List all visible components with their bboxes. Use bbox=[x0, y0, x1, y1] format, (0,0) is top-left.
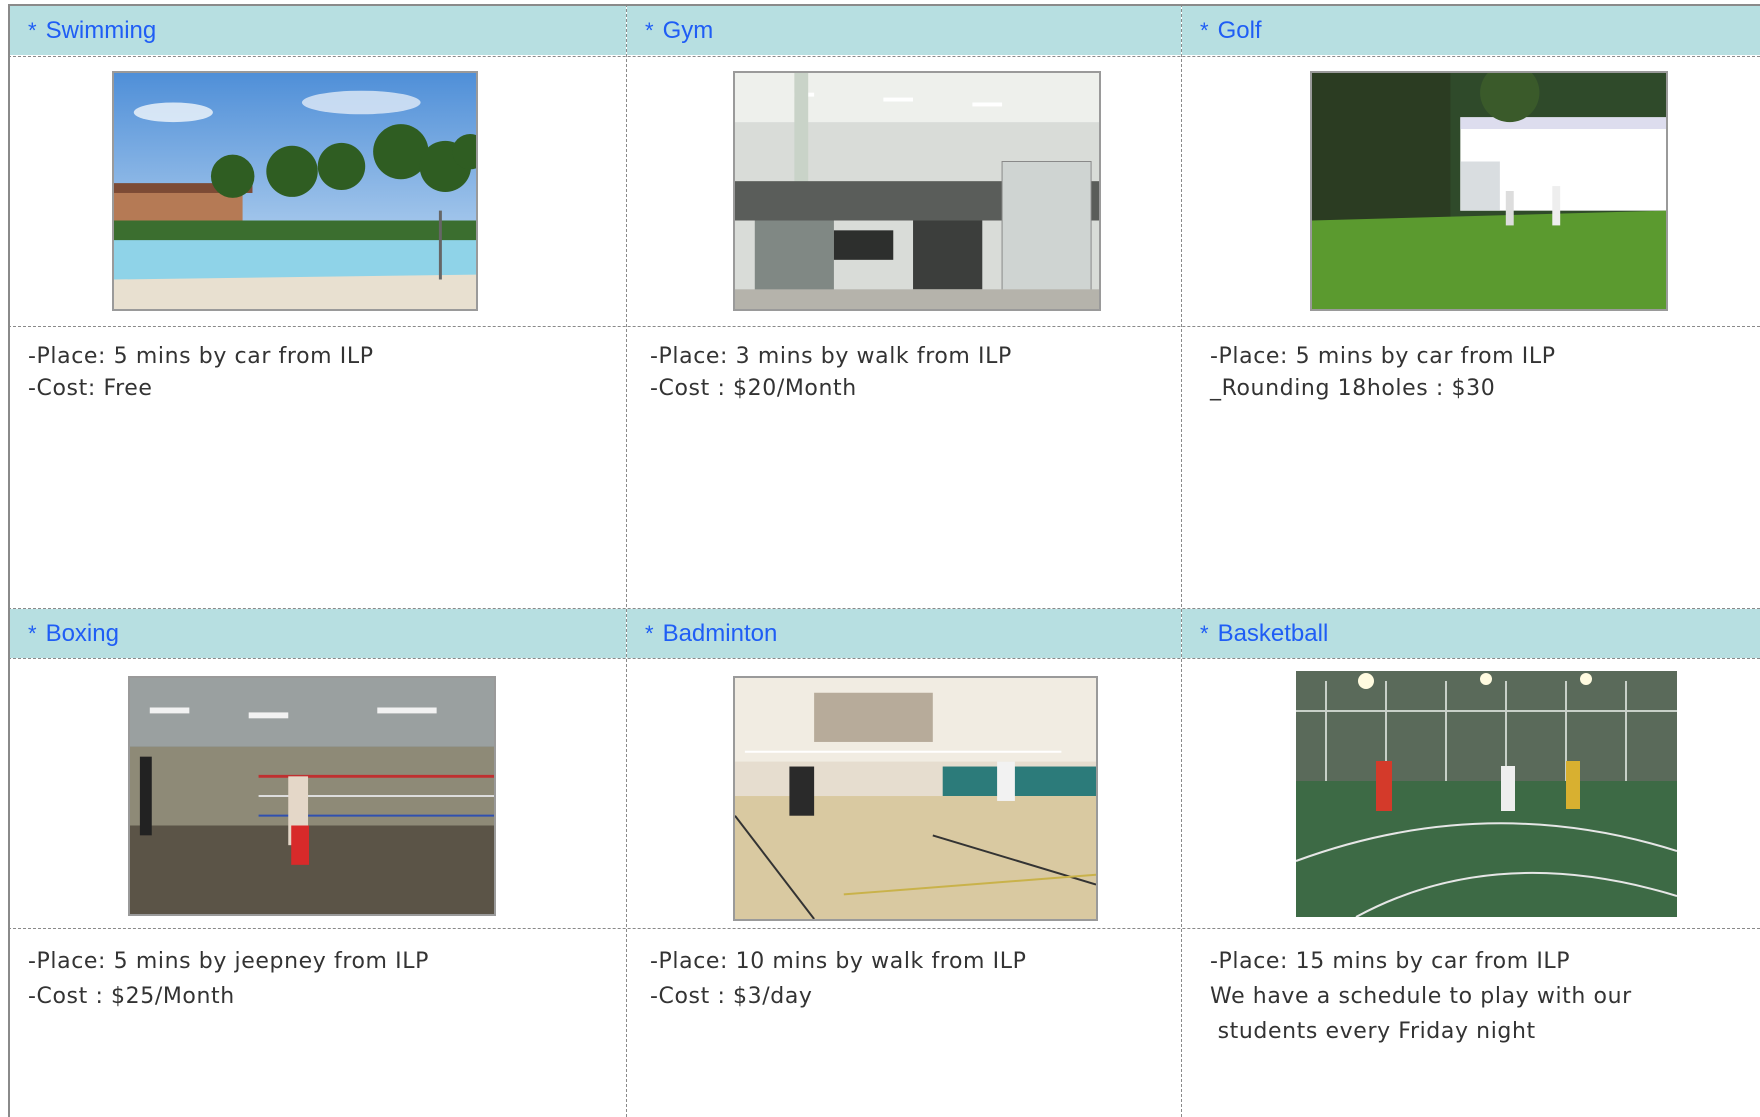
badminton-court-photo bbox=[733, 676, 1098, 921]
boxing-details: -Place: 5 mins by jeepney from ILP -Cost… bbox=[28, 944, 429, 1014]
header-boxing: * Boxing bbox=[10, 609, 626, 658]
row-divider bbox=[8, 928, 1760, 929]
badminton-details: -Place: 10 mins by walk from ILP -Cost :… bbox=[650, 944, 1026, 1014]
section-title: Golf bbox=[1217, 16, 1262, 44]
detail-line: -Place: 10 mins by walk from ILP bbox=[650, 949, 1027, 974]
row-divider bbox=[8, 658, 1760, 659]
detail-line: -Cost : $20/Month bbox=[650, 376, 857, 401]
section-title: Badminton bbox=[662, 619, 778, 647]
boxing-gym-photo bbox=[128, 676, 496, 916]
detail-line: -Place: 5 mins by car from ILP bbox=[1210, 344, 1556, 369]
golf-details: -Place: 5 mins by car from ILP _Rounding… bbox=[1210, 341, 1556, 405]
bullet: * bbox=[645, 620, 654, 646]
basketball-court-photo bbox=[1296, 671, 1677, 917]
row-divider bbox=[8, 56, 1760, 57]
detail-line: -Place: 5 mins by jeepney from ILP bbox=[28, 949, 429, 974]
detail-line: -Place: 3 mins by walk from ILP bbox=[650, 344, 1012, 369]
detail-line: -Cost : $25/Month bbox=[28, 984, 235, 1009]
swimming-details: -Place: 5 mins by car from ILP -Cost: Fr… bbox=[28, 341, 374, 405]
gym-details: -Place: 3 mins by walk from ILP -Cost : … bbox=[650, 341, 1012, 405]
detail-line: -Cost : $3/day bbox=[650, 984, 813, 1009]
section-title: Swimming bbox=[45, 16, 157, 44]
facilities-table: * Swimming * Gym * Golf * Boxing * Badmi… bbox=[0, 0, 1760, 1117]
table-left-border bbox=[8, 4, 10, 1117]
gym-photo bbox=[733, 71, 1101, 311]
golf-photo bbox=[1310, 71, 1668, 311]
detail-line: We have a schedule to play with our bbox=[1210, 984, 1632, 1009]
detail-line: _Rounding 18holes : $30 bbox=[1210, 376, 1496, 401]
basketball-details: -Place: 15 mins by car from ILP We have … bbox=[1210, 944, 1632, 1049]
bullet: * bbox=[1200, 17, 1209, 43]
row-divider bbox=[8, 608, 1760, 609]
section-title: Gym bbox=[662, 16, 714, 44]
detail-line: -Cost: Free bbox=[28, 376, 153, 401]
column-divider bbox=[626, 4, 627, 1117]
table-top-border bbox=[8, 4, 1760, 6]
header-swimming: * Swimming bbox=[10, 6, 626, 55]
bullet: * bbox=[28, 17, 37, 43]
bullet: * bbox=[1200, 620, 1209, 646]
detail-line: -Place: 5 mins by car from ILP bbox=[28, 344, 374, 369]
swimming-pool-photo bbox=[112, 71, 478, 311]
header-basketball: * Basketball bbox=[1182, 609, 1760, 658]
header-badminton: * Badminton bbox=[627, 609, 1181, 658]
header-golf: * Golf bbox=[1182, 6, 1760, 55]
bullet: * bbox=[28, 620, 37, 646]
detail-line: -Place: 15 mins by car from ILP bbox=[1210, 949, 1571, 974]
header-gym: * Gym bbox=[627, 6, 1181, 55]
column-divider bbox=[1181, 4, 1182, 1117]
row-divider bbox=[8, 326, 1760, 327]
bullet: * bbox=[645, 17, 654, 43]
detail-line: students every Friday night bbox=[1210, 1019, 1536, 1044]
section-title: Basketball bbox=[1217, 619, 1329, 647]
section-title: Boxing bbox=[45, 619, 119, 647]
